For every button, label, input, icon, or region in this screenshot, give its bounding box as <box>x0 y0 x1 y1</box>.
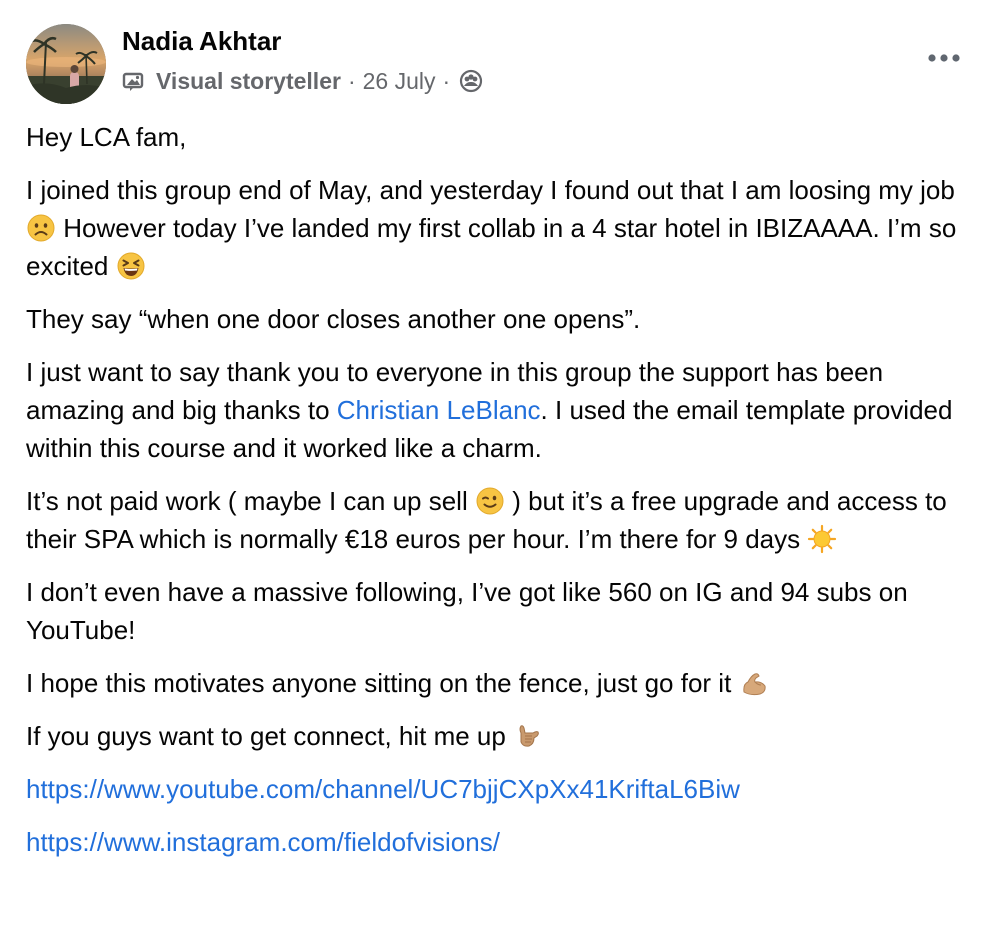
mention-christian-leblanc[interactable]: Christian LeBlanc <box>337 395 541 425</box>
post-card: Nadia Akhtar Visual storyteller · 26 Jul… <box>0 0 992 944</box>
frowning-face-emoji <box>26 213 56 243</box>
avatar[interactable] <box>26 24 106 104</box>
post-body: Hey LCA fam, I joined this group end of … <box>26 118 961 876</box>
meta-separator: · <box>442 67 451 94</box>
paragraph-connect: If you guys want to get connect, hit me … <box>26 717 961 755</box>
paragraph-thanks: I just want to say thank you to everyone… <box>26 357 953 463</box>
avatar-image <box>26 24 106 104</box>
picture-badge-icon <box>122 70 146 92</box>
paragraph-following: I don’t even have a massive following, I… <box>26 577 908 645</box>
author-name[interactable]: Nadia Akhtar <box>122 26 281 57</box>
instagram-link-line: https://www.instagram.com/fieldofvisions… <box>26 823 961 861</box>
grinning-squinting-face-emoji <box>116 251 146 281</box>
paragraph-motivation: I hope this motivates anyone sitting on … <box>26 664 961 702</box>
badge-label[interactable]: Visual storyteller <box>156 68 341 95</box>
paragraph-greeting: Hey LCA fam, <box>26 122 187 152</box>
paragraph-news: I joined this group end of May, and yest… <box>26 175 957 281</box>
paragraph-quote: They say “when one door closes another o… <box>26 304 641 334</box>
more-dots-icon <box>928 54 960 62</box>
instagram-link[interactable]: https://www.instagram.com/fieldofvisions… <box>26 827 500 857</box>
sun-emoji <box>807 524 837 554</box>
flexed-biceps-emoji <box>739 668 769 698</box>
more-options-button[interactable] <box>924 46 964 70</box>
paragraph-details: It’s not paid work ( maybe I can up sell… <box>26 486 947 554</box>
group-audience-icon[interactable] <box>459 69 483 93</box>
post-date[interactable]: 26 July <box>363 68 436 95</box>
meta-separator: · <box>347 67 356 94</box>
winking-face-emoji <box>475 486 505 516</box>
call-me-hand-emoji <box>513 721 543 751</box>
post-meta: Visual storyteller · 26 July · <box>122 66 483 96</box>
youtube-link[interactable]: https://www.youtube.com/channel/UC7bjjCX… <box>26 774 740 804</box>
youtube-link-line: https://www.youtube.com/channel/UC7bjjCX… <box>26 770 961 808</box>
post-header: Nadia Akhtar Visual storyteller · 26 Jul… <box>26 24 966 106</box>
